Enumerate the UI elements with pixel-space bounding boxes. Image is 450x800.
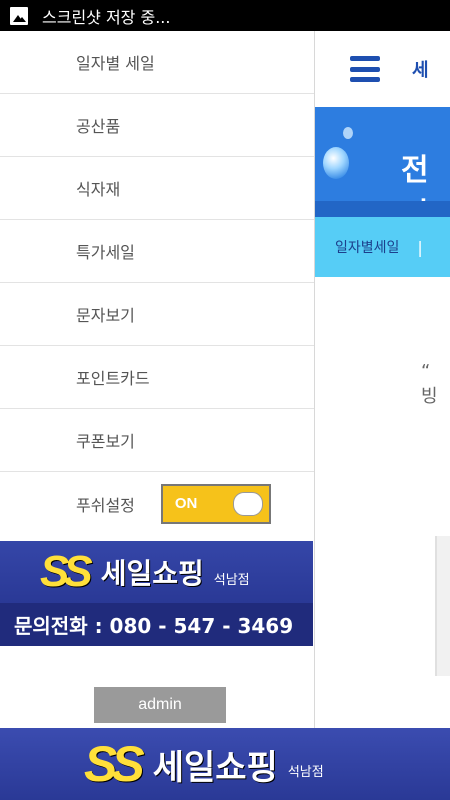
toggle-knob — [232, 491, 263, 516]
drawer-item-industrial-goods[interactable]: 공산품 — [0, 94, 314, 157]
product-image — [435, 536, 450, 676]
wave-decoration — [315, 201, 450, 217]
subnav-item-daily-sale[interactable]: 일자별세일 — [335, 237, 399, 257]
ss-logo: SS — [84, 736, 145, 792]
water-drop-icon — [343, 127, 353, 139]
water-drop-icon — [323, 147, 349, 179]
drawer-item-label: 식자재 — [76, 180, 121, 199]
gallery-icon — [10, 6, 28, 25]
sub-navigation: 일자별세일 | — [315, 217, 450, 277]
drawer-item-label: 특가세일 — [76, 243, 135, 262]
ss-logo: SS — [40, 547, 93, 596]
quote-text: “ 빙 — [421, 361, 438, 407]
branch-name: 석남점 — [213, 572, 250, 588]
drawer-item-label: 포인트카드 — [76, 369, 150, 388]
menu-icon[interactable] — [350, 56, 380, 82]
hero-banner: 전디 — [315, 107, 450, 217]
background-page: 세 전디 일자별세일 | “ 빙 — [315, 31, 450, 728]
brand-name: 세일쇼핑 — [152, 747, 278, 788]
branch-name: 석남점 — [287, 764, 324, 780]
page-header: 세 — [315, 31, 450, 108]
push-toggle[interactable]: ON — [160, 483, 271, 524]
drawer-item-label: 일자별 세일 — [76, 54, 155, 73]
subnav-separator: | — [417, 237, 423, 257]
site-title: 세 — [412, 60, 429, 81]
status-text: 스크린샷 저장 중... — [42, 7, 171, 27]
brand-name: 세일쇼핑 — [100, 557, 204, 590]
drawer-item-push-settings: 푸쉬설정 ON — [0, 472, 314, 535]
toggle-label: ON — [174, 495, 198, 512]
drawer-item-label: 푸쉬설정 — [76, 495, 135, 515]
drawer-item-special-sale[interactable]: 특가세일 — [0, 220, 314, 283]
status-bar: 스크린샷 저장 중... — [0, 0, 450, 31]
drawer-item-messages[interactable]: 문자보기 — [0, 283, 314, 346]
drawer-item-point-card[interactable]: 포인트카드 — [0, 346, 314, 409]
admin-button[interactable]: admin — [94, 687, 226, 723]
contact-phone[interactable]: 문의전화 : 080 - 547 - 3469 — [0, 603, 313, 646]
drawer-item-food-ingredients[interactable]: 식자재 — [0, 157, 314, 220]
drawer-item-label: 쿠폰보기 — [76, 432, 135, 451]
drawer-item-coupons[interactable]: 쿠폰보기 — [0, 409, 314, 472]
store-banner[interactable]: SS 세일쇼핑 석남점 문의전화 : 080 - 547 - 3469 — [0, 541, 313, 646]
bottom-store-banner[interactable]: SS 세일쇼핑 석남점 — [0, 728, 450, 800]
drawer-item-label: 공산품 — [76, 117, 121, 136]
drawer-item-label: 문자보기 — [76, 306, 135, 325]
drawer-item-daily-sale[interactable]: 일자별 세일 — [0, 31, 314, 94]
